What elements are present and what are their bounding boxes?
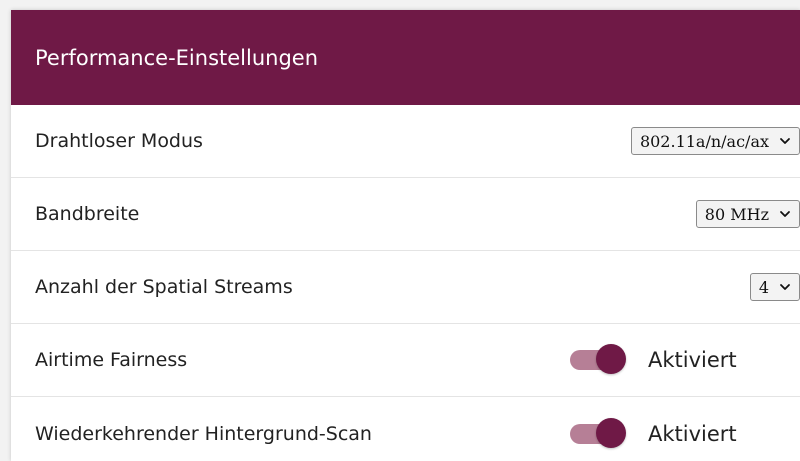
spatial-streams-value: 4 <box>758 277 769 297</box>
chevron-down-icon <box>780 211 790 217</box>
performance-settings-panel: Performance-Einstellungen Drahtloser Mod… <box>11 10 800 461</box>
airtime-fairness-state: Aktiviert <box>648 348 737 372</box>
toggle-knob <box>596 344 626 374</box>
airtime-fairness-control: Aktiviert <box>570 344 737 376</box>
spatial-streams-label: Anzahl der Spatial Streams <box>35 276 293 298</box>
background-scan-label: Wiederkehrender Hintergrund-Scan <box>35 422 372 445</box>
wireless-mode-select[interactable]: 802.11a/n/ac/ax <box>630 127 800 155</box>
row-bandwidth: Bandbreite 80 MHz <box>11 178 800 251</box>
airtime-fairness-toggle[interactable] <box>570 344 626 376</box>
chevron-down-icon <box>780 284 790 290</box>
airtime-fairness-label: Airtime Fairness <box>35 349 188 371</box>
row-airtime-fairness: Airtime Fairness Aktiviert <box>11 324 800 397</box>
row-spatial-streams: Anzahl der Spatial Streams 4 <box>11 251 800 324</box>
toggle-knob <box>596 417 626 448</box>
background-scan-state: Aktiviert <box>648 421 737 446</box>
background-scan-control: Aktiviert <box>570 417 737 450</box>
bandwidth-label: Bandbreite <box>35 203 140 225</box>
panel-header: Performance-Einstellungen <box>11 10 800 105</box>
background-scan-toggle[interactable] <box>570 417 626 450</box>
chevron-down-icon <box>780 138 790 144</box>
bandwidth-value: 80 MHz <box>704 204 769 224</box>
wireless-mode-value: 802.11a/n/ac/ax <box>639 131 769 151</box>
panel-title: Performance-Einstellungen <box>35 45 319 70</box>
bandwidth-select[interactable]: 80 MHz <box>695 200 800 228</box>
wireless-mode-label: Drahtloser Modus <box>35 130 203 152</box>
row-wireless-mode: Drahtloser Modus 802.11a/n/ac/ax <box>11 105 800 178</box>
spatial-streams-select[interactable]: 4 <box>749 273 800 301</box>
row-background-scan: Wiederkehrender Hintergrund-Scan Aktivie… <box>11 397 800 461</box>
